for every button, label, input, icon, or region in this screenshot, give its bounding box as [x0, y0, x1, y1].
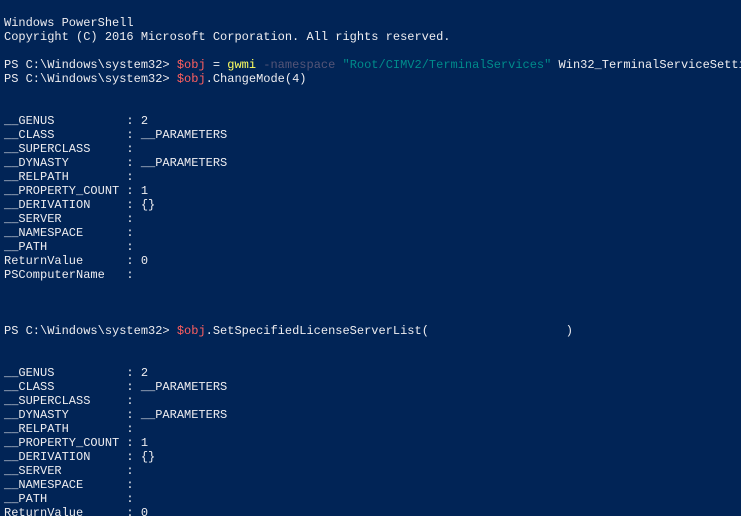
powershell-terminal[interactable]: Windows PowerShell Copyright (C) 2016 Mi…	[0, 0, 741, 516]
cmdlet-gwmi: gwmi	[227, 58, 256, 72]
output-line: __SUPERCLASS :	[4, 142, 134, 156]
output-line: ReturnValue : 0	[4, 254, 148, 268]
variable-obj: $obj	[177, 58, 206, 72]
variable-obj: $obj	[177, 324, 206, 338]
space	[335, 58, 342, 72]
space	[551, 58, 558, 72]
ps-prompt: PS C:\Windows\system32>	[4, 324, 170, 338]
class-name: Win32_TerminalServiceSetting	[559, 58, 741, 72]
header-line: Windows PowerShell	[4, 16, 134, 30]
output-line: __DERIVATION : {}	[4, 450, 155, 464]
prompt-line: PS C:\Windows\system32> $obj = gwmi -nam…	[4, 58, 741, 72]
output-line: __DYNASTY : __PARAMETERS	[4, 408, 227, 422]
param-namespace: -namespace	[263, 58, 335, 72]
prompt-line: PS C:\Windows\system32> $obj.ChangeMode(…	[4, 72, 306, 86]
output-line: __PATH :	[4, 240, 134, 254]
header-line: Copyright (C) 2016 Microsoft Corporation…	[4, 30, 450, 44]
output-line: __PROPERTY_COUNT : 1	[4, 436, 148, 450]
ps-prompt: PS C:\Windows\system32>	[4, 72, 170, 86]
output-line: __GENUS : 2	[4, 366, 148, 380]
output-line: __CLASS : __PARAMETERS	[4, 380, 227, 394]
variable-obj: $obj	[177, 72, 206, 86]
output-line: __SERVER :	[4, 464, 134, 478]
prompt-line: PS C:\Windows\system32> $obj.SetSpecifie…	[4, 324, 573, 338]
output-line: __CLASS : __PARAMETERS	[4, 128, 227, 142]
output-line: __DERIVATION : {}	[4, 198, 155, 212]
output-line: ReturnValue : 0	[4, 506, 148, 516]
gap	[429, 324, 566, 338]
ps-prompt: PS C:\Windows\system32>	[4, 58, 170, 72]
output-line: __PROPERTY_COUNT : 1	[4, 184, 148, 198]
output-line: __DYNASTY : __PARAMETERS	[4, 156, 227, 170]
method-call: .SetSpecifiedLicenseServerList(	[206, 324, 429, 338]
output-line: __RELPATH :	[4, 170, 134, 184]
string-namespace: "Root/CIMV2/TerminalServices"	[343, 58, 552, 72]
output-line: __SERVER :	[4, 212, 134, 226]
output-line: PSComputerName :	[4, 268, 134, 282]
method-call-end: )	[566, 324, 573, 338]
output-line: __NAMESPACE :	[4, 226, 134, 240]
output-line: __GENUS : 2	[4, 114, 148, 128]
output-line: __RELPATH :	[4, 422, 134, 436]
method-call: .ChangeMode(4)	[206, 72, 307, 86]
output-line: __NAMESPACE :	[4, 478, 134, 492]
output-line: __SUPERCLASS :	[4, 394, 134, 408]
output-line: __PATH :	[4, 492, 134, 506]
eq: =	[206, 58, 228, 72]
